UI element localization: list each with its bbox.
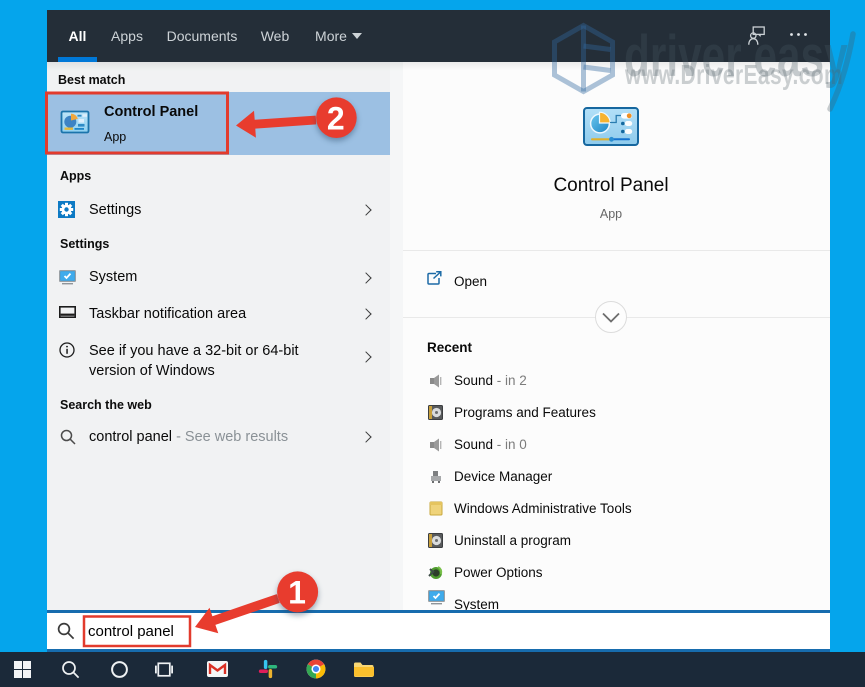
svg-text:1: 1 bbox=[288, 575, 306, 611]
svg-text:2: 2 bbox=[327, 101, 345, 137]
